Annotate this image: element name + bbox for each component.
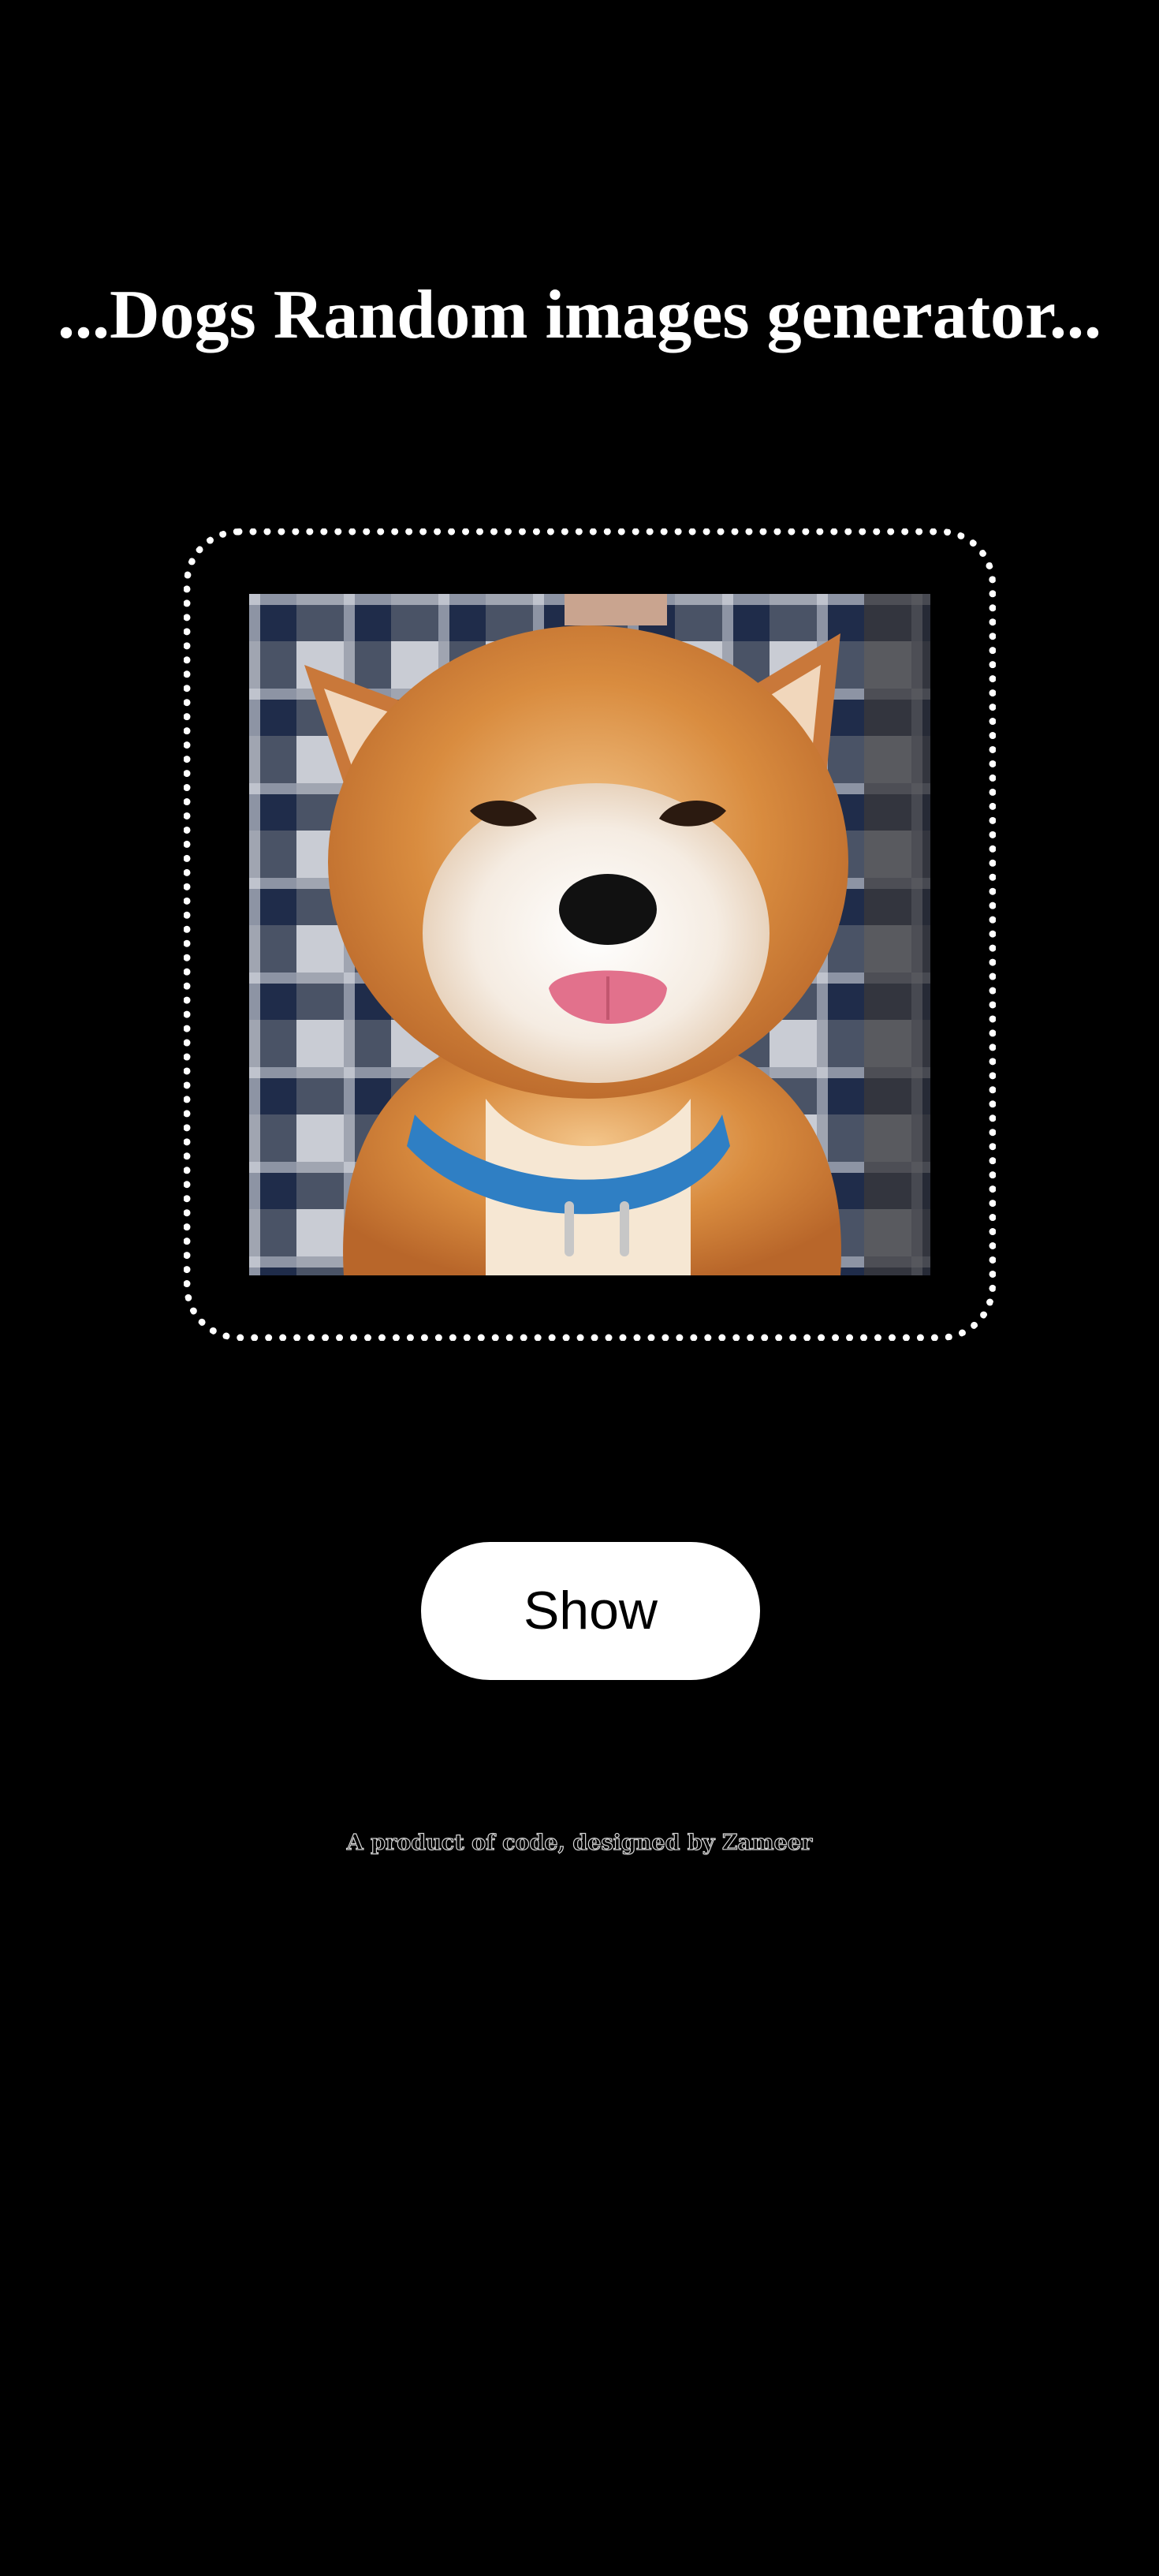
page-title: ...Dogs Random images generator...	[58, 277, 1101, 353]
footer-credit: A product of code, designed by Zameer	[346, 1830, 813, 1855]
dog-image	[249, 594, 930, 1275]
show-button[interactable]: Show	[421, 1542, 760, 1680]
dog-photo-illustration	[249, 594, 930, 1275]
